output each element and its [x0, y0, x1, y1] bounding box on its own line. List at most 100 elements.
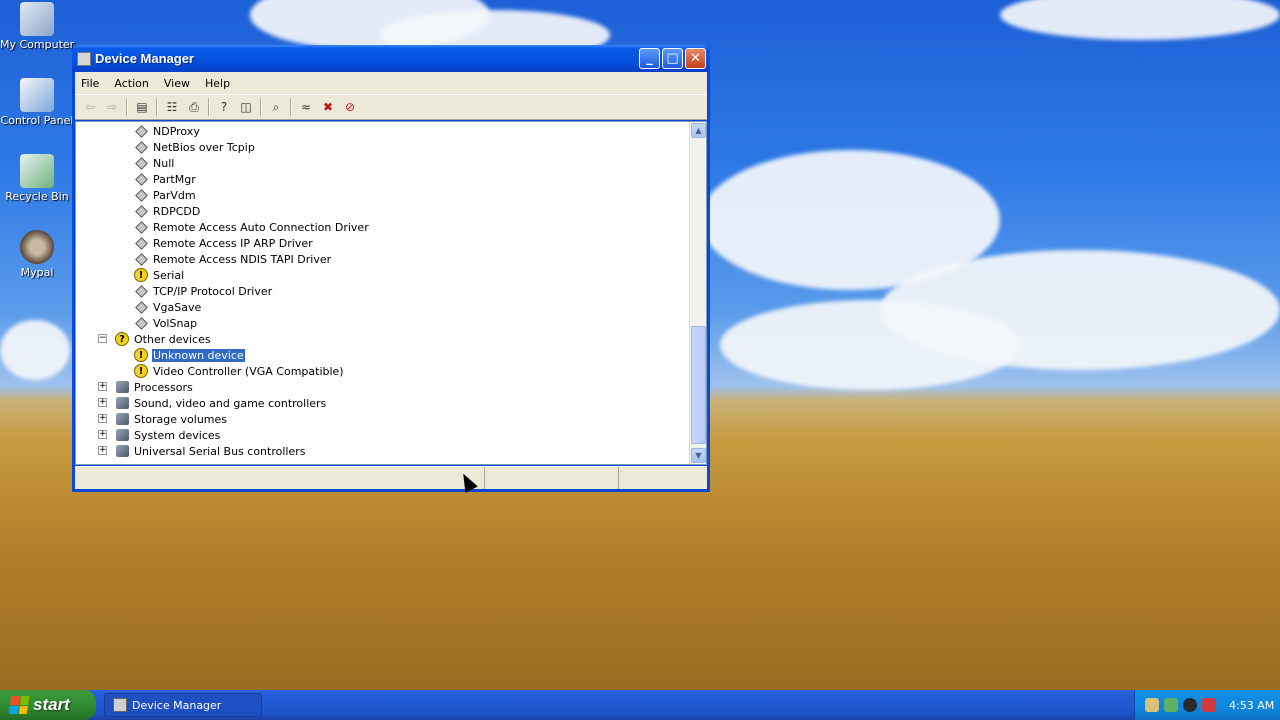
print-icon[interactable]: ⎙ [183, 97, 205, 117]
driver-icon [133, 219, 149, 235]
show-hide-action-pane-icon[interactable]: ◫ [235, 97, 257, 117]
cloud [720, 300, 1020, 390]
toolbar-separator [126, 98, 128, 116]
maximize-button[interactable]: □ [662, 48, 683, 69]
tray-security-icon[interactable] [1202, 698, 1216, 712]
tree-item[interactable]: Remote Access IP ARP Driver [133, 235, 314, 251]
tree-item-label: Null [153, 156, 175, 170]
tree-item[interactable]: VolSnap [133, 315, 198, 331]
title-bar[interactable]: Device Manager _ □ ✕ [72, 45, 710, 72]
tree-item[interactable]: System devices [114, 427, 221, 443]
status-bar [75, 466, 707, 489]
desktop-icon-recycle-bin[interactable]: Recycle Bin [0, 154, 74, 203]
device-tree: NDProxy NetBios over Tcpip Null PartMgr ParV… [76, 122, 689, 464]
driver-icon [133, 139, 149, 155]
help-icon[interactable]: ? [213, 97, 235, 117]
driver-icon [133, 123, 149, 139]
show-hide-console-tree-icon[interactable]: ▤ [131, 97, 153, 117]
scroll-down-icon[interactable]: ▼ [691, 448, 706, 463]
tree-expander[interactable]: + [98, 446, 107, 455]
minimize-button[interactable]: _ [639, 48, 660, 69]
scroll-up-icon[interactable]: ▲ [691, 123, 706, 138]
recycle-bin-icon [20, 154, 54, 188]
desktop-icon-my-computer[interactable]: My Computer [0, 2, 74, 51]
driver-icon [133, 203, 149, 219]
tree-expander[interactable]: + [98, 414, 107, 423]
desktop-icon-label: Control Panel [0, 114, 74, 127]
tree-item[interactable]: ? Other devices [114, 331, 212, 347]
scrollbar-thumb[interactable] [691, 326, 706, 444]
driver-icon [133, 315, 149, 331]
tree-item-label: Serial [153, 268, 185, 282]
tree-item[interactable]: ParVdm [133, 187, 197, 203]
desktop-icon-control-panel[interactable]: Control Panel [0, 78, 74, 127]
scan-hardware-icon[interactable]: ⌕ [265, 97, 287, 117]
desktop-icon-mypal[interactable]: Mypal [0, 230, 74, 279]
taskbar: start Device Manager 4:53 AM [0, 690, 1280, 720]
tree-item[interactable]: VgaSave [133, 299, 202, 315]
start-button[interactable]: start [0, 690, 96, 720]
processor-icon [114, 379, 130, 395]
menu-file[interactable]: File [81, 77, 99, 90]
vertical-scrollbar[interactable]: ▲ ▼ [689, 122, 706, 464]
tree-item-label: Storage volumes [134, 412, 228, 426]
driver-icon [133, 235, 149, 251]
tree-expander[interactable]: + [98, 398, 107, 407]
tree-item[interactable]: Null [133, 155, 175, 171]
tree-item[interactable]: ! Serial [133, 267, 185, 283]
tree-item[interactable]: RDPCDD [133, 203, 201, 219]
menu-view[interactable]: View [164, 77, 190, 90]
tree-item[interactable]: Remote Access NDIS TAPI Driver [133, 251, 332, 267]
warning-icon: ! [133, 363, 149, 379]
tree-item-label: TCP/IP Protocol Driver [153, 284, 273, 298]
desktop-icon-label: Recycle Bin [5, 190, 69, 203]
usb-icon [114, 443, 130, 459]
tree-item[interactable]: Remote Access Auto Connection Driver [133, 219, 370, 235]
computer-icon [20, 2, 54, 36]
tree-item[interactable]: Universal Serial Bus controllers [114, 443, 306, 459]
tree-item-label: Remote Access NDIS TAPI Driver [153, 252, 332, 266]
back-arrow-icon[interactable]: ⇦ [79, 97, 101, 117]
tree-expander[interactable]: + [98, 430, 107, 439]
tree-item-label: Video Controller (VGA Compatible) [153, 364, 344, 378]
question-icon: ? [114, 331, 130, 347]
tree-expander[interactable]: − [98, 334, 107, 343]
toolbar: ⇦ ⇨ ▤ ☷ ⎙ ? ◫ ⌕ ≈ ✖ ⊘ [75, 94, 707, 120]
start-label: start [33, 695, 70, 714]
tree-item-label: Remote Access IP ARP Driver [153, 236, 313, 250]
tree-item-label: System devices [134, 428, 221, 442]
taskbar-button-device-manager[interactable]: Device Manager [104, 693, 262, 717]
tree-item[interactable]: ! Unknown device [133, 347, 246, 363]
tray-network-icon[interactable] [1145, 698, 1159, 712]
menu-action[interactable]: Action [114, 77, 148, 90]
tree-item-label: Processors [134, 380, 193, 394]
desktop-icon-label: My Computer [0, 38, 75, 51]
tree-item[interactable]: NDProxy [133, 123, 201, 139]
tray-antivirus-icon[interactable] [1164, 698, 1178, 712]
properties-icon[interactable]: ☷ [161, 97, 183, 117]
disable-device-icon[interactable]: ⊘ [339, 97, 361, 117]
tree-item-label: RDPCDD [153, 204, 201, 218]
close-button[interactable]: ✕ [685, 48, 706, 69]
cloud [0, 320, 70, 380]
taskbar-button-label: Device Manager [132, 698, 222, 712]
tree-item[interactable]: PartMgr [133, 171, 197, 187]
forward-arrow-icon[interactable]: ⇨ [101, 97, 123, 117]
menu-help[interactable]: Help [205, 77, 230, 90]
tree-item[interactable]: ! Video Controller (VGA Compatible) [133, 363, 345, 379]
tree-item[interactable]: Sound, video and game controllers [114, 395, 327, 411]
driver-icon [133, 251, 149, 267]
uninstall-icon[interactable]: ✖ [317, 97, 339, 117]
warning-icon: ! [133, 267, 149, 283]
tree-item[interactable]: Storage volumes [114, 411, 228, 427]
toolbar-separator [156, 98, 158, 116]
tree-item[interactable]: NetBios over Tcpip [133, 139, 256, 155]
status-cell [485, 467, 619, 489]
tree-expander[interactable]: + [98, 382, 107, 391]
tree-item[interactable]: TCP/IP Protocol Driver [133, 283, 273, 299]
tree-item-label: Sound, video and game controllers [134, 396, 327, 410]
tray-shield-icon[interactable] [1183, 698, 1197, 712]
driver-icon [133, 155, 149, 171]
update-driver-icon[interactable]: ≈ [295, 97, 317, 117]
tree-item[interactable]: Processors [114, 379, 194, 395]
